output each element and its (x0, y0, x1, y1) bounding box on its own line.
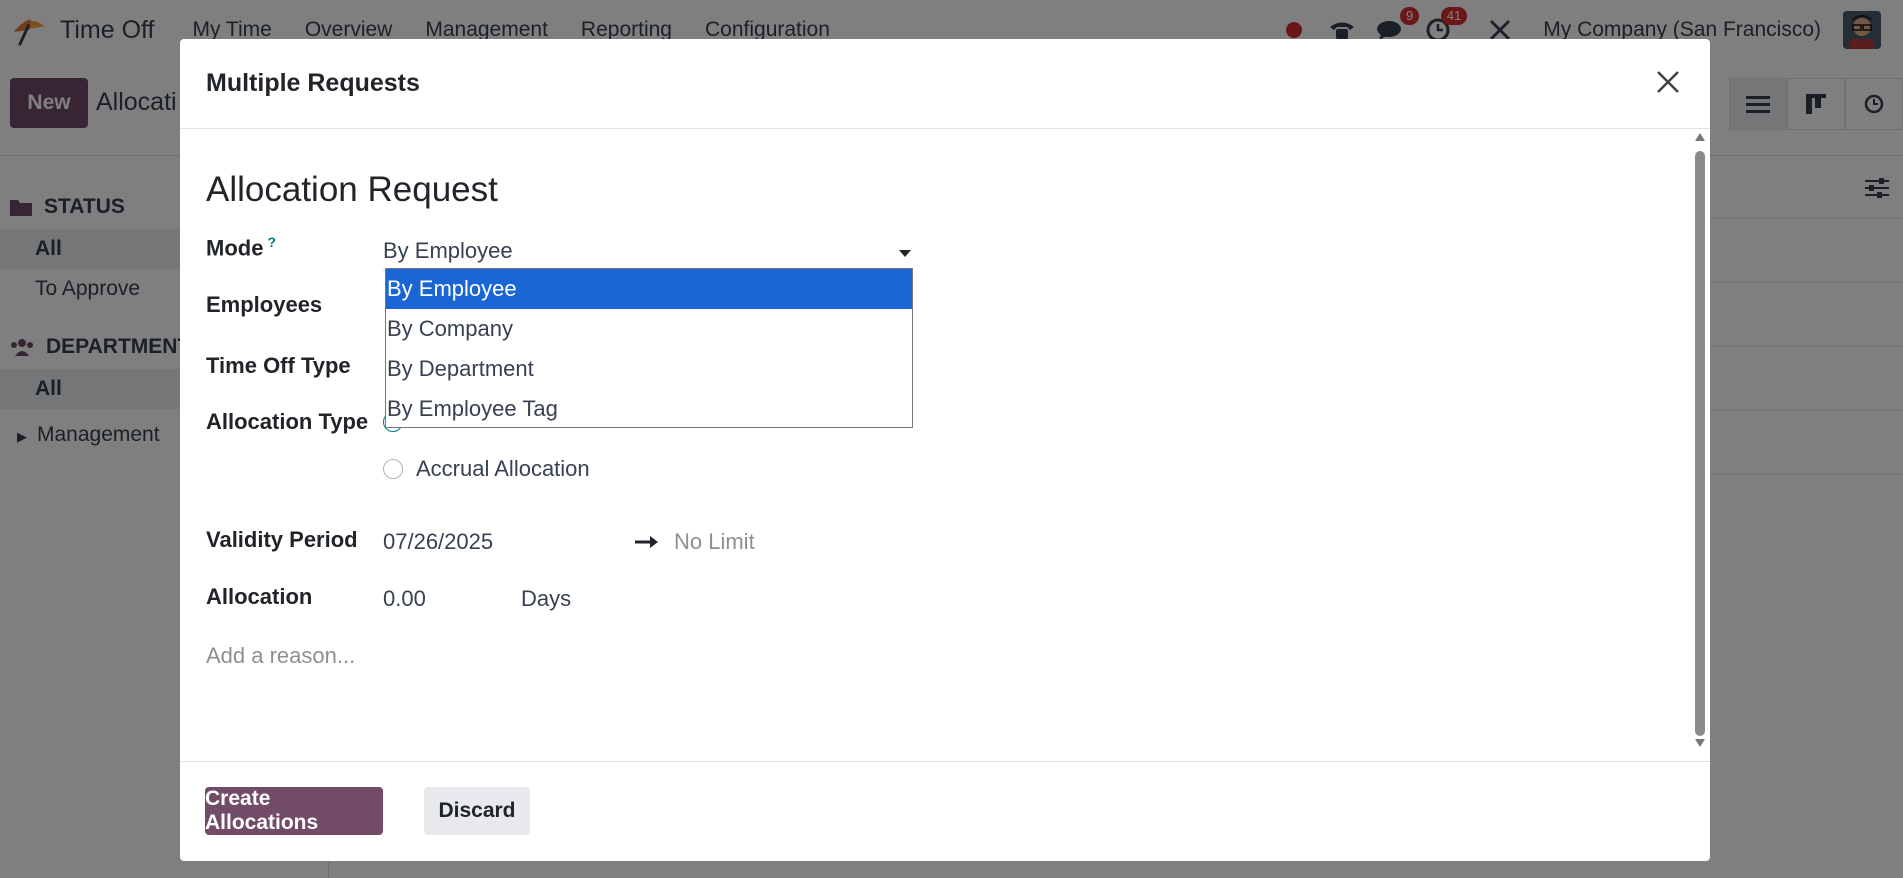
allocation-label: Allocation (206, 584, 313, 609)
scrollbar-thumb[interactable] (1695, 151, 1705, 736)
chevron-down-icon (899, 250, 911, 257)
mode-option-by-company[interactable]: By Company (386, 309, 912, 349)
time-off-type-label: Time Off Type (206, 353, 351, 378)
mode-select[interactable]: By Employee (383, 236, 913, 271)
dialog-footer: Create Allocations Discard (180, 761, 1710, 861)
reason-textarea[interactable]: Add a reason... (206, 643, 355, 669)
validity-end-date[interactable]: No Limit (674, 529, 755, 555)
dialog-body: Allocation Request Mode? By Employee Emp… (180, 129, 1710, 761)
allocation-type-label: Allocation Type (206, 409, 369, 434)
scroll-down-arrow-icon[interactable] (1695, 739, 1705, 747)
validity-start-date[interactable]: 07/26/2025 (383, 529, 493, 555)
validity-period-label: Validity Period (206, 527, 358, 552)
mode-option-by-employee-tag[interactable]: By Employee Tag (386, 389, 912, 429)
arrow-right-icon (635, 536, 658, 548)
mode-dropdown-list: By Employee By Company By Department By … (385, 268, 913, 428)
multiple-requests-dialog: Multiple Requests Allocation Request Mod… (180, 39, 1710, 861)
mode-help-icon[interactable]: ? (267, 234, 276, 250)
allocation-unit: Days (521, 586, 572, 611)
dialog-scrollbar[interactable] (1692, 129, 1708, 749)
mode-select-value: By Employee (383, 238, 513, 263)
mode-option-by-department[interactable]: By Department (386, 349, 912, 389)
accrual-allocation-label[interactable]: Accrual Allocation (416, 456, 590, 482)
mode-option-by-employee[interactable]: By Employee (386, 269, 912, 309)
discard-button[interactable]: Discard (424, 787, 530, 835)
scroll-up-arrow-icon[interactable] (1695, 133, 1705, 141)
mode-label: Mode? (206, 234, 276, 261)
close-icon[interactable] (1652, 66, 1684, 98)
mode-label-text: Mode (206, 235, 264, 261)
employees-label: Employees (206, 292, 323, 317)
allocation-amount-input[interactable]: 0.00 (383, 586, 426, 612)
create-allocations-button[interactable]: Create Allocations (205, 787, 383, 835)
dialog-header: Multiple Requests (180, 39, 1710, 129)
accrual-allocation-radio[interactable] (383, 459, 403, 479)
dialog-title: Multiple Requests (206, 69, 420, 97)
form-title: Allocation Request (206, 170, 498, 209)
